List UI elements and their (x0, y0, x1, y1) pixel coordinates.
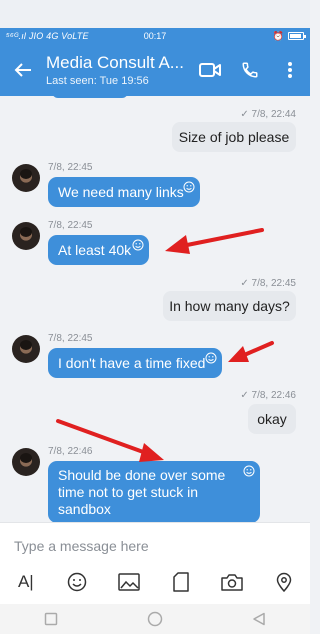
top-strip (0, 0, 310, 28)
emoji-button[interactable] (62, 567, 92, 597)
alarm-icon: ⏰ (272, 30, 284, 41)
carrier-label: ⁵⁶ᴳ.ıl JIO 4G VoLTE (6, 31, 89, 41)
smiley-icon (68, 572, 87, 592)
phone-icon (242, 62, 258, 78)
video-camera-icon (199, 63, 221, 77)
message-list[interactable]: ✓ 7/8, 22:44 Size of job please 7/8, 22:… (0, 96, 310, 522)
contact-name: Media Consult A... (46, 53, 184, 72)
annotation-arrow-3 (56, 419, 164, 462)
home-icon[interactable] (147, 611, 163, 627)
annotation-arrows (56, 228, 274, 462)
composer-toolbar: A| (0, 567, 310, 597)
app-bar: Media Consult A... Last seen: Tue 19:56 (0, 44, 310, 96)
image-icon (118, 573, 140, 591)
arrow-left-icon (14, 63, 31, 77)
camera-button[interactable] (217, 567, 247, 597)
voice-call-button[interactable] (230, 44, 270, 96)
status-bar: ⁵⁶ᴳ.ıl JIO 4G VoLTE 00:17 ⏰ (0, 28, 310, 44)
battery-icon (288, 32, 306, 40)
more-options-button[interactable] (270, 44, 310, 96)
camera-icon (221, 574, 244, 591)
recents-icon[interactable] (44, 612, 58, 626)
text-format-button[interactable]: A| (11, 567, 41, 597)
file-button[interactable] (166, 567, 196, 597)
file-icon (173, 572, 189, 592)
status-icons: ⏰ (272, 30, 306, 42)
back-button[interactable] (0, 44, 46, 96)
location-pin-icon (276, 572, 292, 592)
location-button[interactable] (269, 567, 299, 597)
last-seen: Last seen: Tue 19:56 (46, 75, 149, 87)
gallery-button[interactable] (114, 567, 144, 597)
annotation-arrow-2 (228, 341, 274, 362)
text-cursor-icon: A| (17, 572, 34, 591)
message-composer: Type a message here A| (0, 522, 310, 604)
more-vertical-icon (288, 62, 292, 78)
back-nav-icon[interactable] (252, 612, 266, 626)
video-call-button[interactable] (190, 44, 230, 96)
contact-info[interactable]: Media Consult A... Last seen: Tue 19:56 (46, 53, 190, 87)
annotation-arrow-1 (165, 228, 264, 254)
system-nav-bar (0, 604, 310, 634)
message-input[interactable]: Type a message here (14, 538, 149, 554)
